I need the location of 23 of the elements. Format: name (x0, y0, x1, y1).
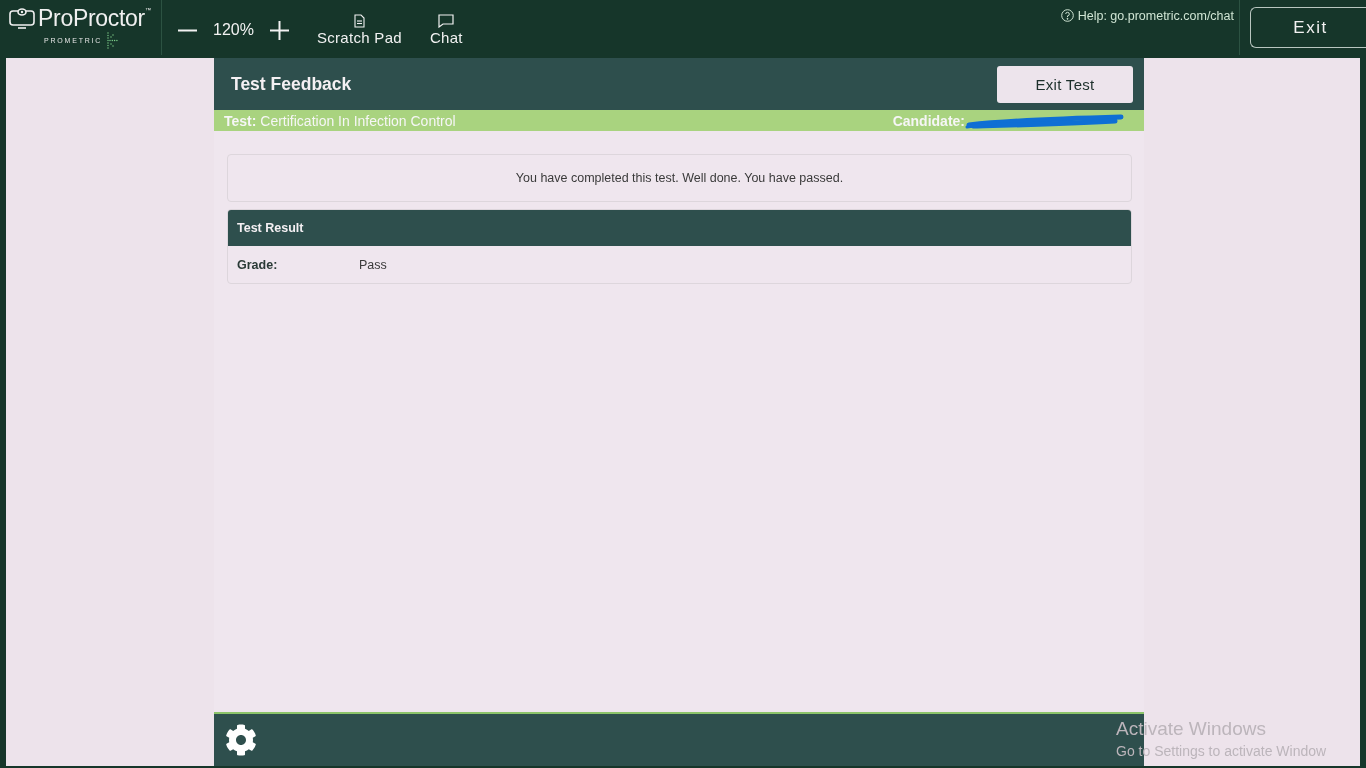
zoom-value: 120% (212, 21, 255, 39)
monitor-icon (9, 8, 35, 29)
exit-button[interactable]: Exit (1250, 7, 1366, 48)
test-name-text: Test: Certification In Infection Control (224, 112, 456, 129)
zoom-in-button[interactable] (267, 18, 291, 42)
result-message: You have completed this test. Well done. You have passed. (227, 154, 1132, 202)
scratch-pad-button[interactable]: Scratch Pad (314, 0, 404, 58)
candidate-label: Candidate: (892, 112, 965, 129)
minus-icon (178, 28, 197, 32)
plus-icon (269, 20, 289, 40)
result-label: Grade: (237, 257, 279, 272)
help-icon (1060, 9, 1074, 22)
settings-icon[interactable] (225, 724, 257, 756)
help-link[interactable]: Help: go.prometric.com/chat (1060, 0, 1239, 26)
document-icon (353, 14, 365, 28)
page-title: Test Feedback (231, 73, 352, 95)
speech-bubble-icon (438, 14, 455, 28)
sparkle-icon (104, 32, 119, 49)
chat-button[interactable]: Chat (427, 0, 465, 58)
panel-title: Test Result (237, 221, 304, 235)
logo-text: ProProctor$^{™}$ (38, 5, 151, 32)
result-value: Pass (359, 257, 387, 272)
exit-test-button[interactable]: Exit Test (997, 65, 1133, 103)
